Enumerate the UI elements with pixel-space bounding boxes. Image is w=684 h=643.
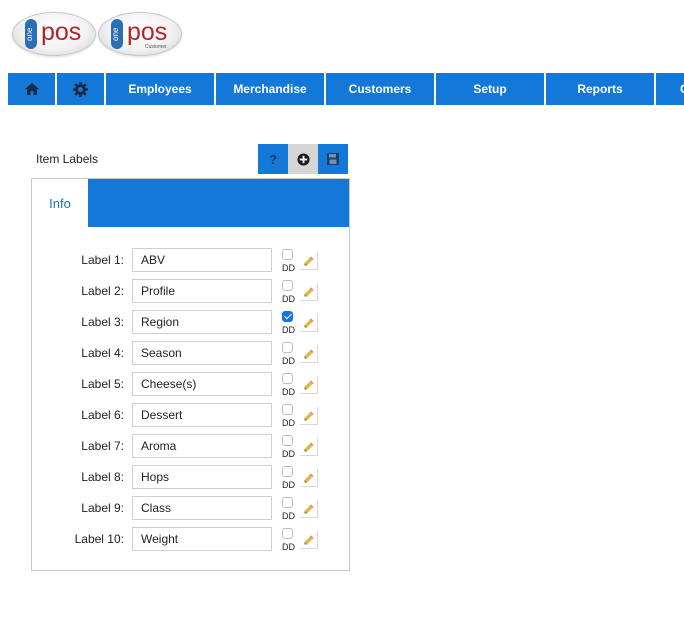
label-value-input[interactable]: [132, 403, 272, 427]
label-caption: Label 9:: [81, 501, 124, 515]
logo-sub-text: Customer: [145, 44, 167, 50]
dd-checkbox[interactable]: [282, 404, 293, 415]
dd-caption: DD: [282, 263, 295, 273]
label-caption: Label 3:: [81, 315, 124, 329]
label-caption: Label 4:: [81, 346, 124, 360]
edit-button[interactable]: [300, 345, 318, 363]
nav-home-button[interactable]: [8, 73, 55, 105]
label-caption: Label 6:: [81, 408, 124, 422]
dd-caption: DD: [282, 542, 295, 552]
label-value-input[interactable]: [132, 248, 272, 272]
label-value-input[interactable]: [132, 279, 272, 303]
label-value-input[interactable]: [132, 434, 272, 458]
pencil-icon: [304, 504, 313, 513]
label-row: Label 4: DD: [32, 341, 349, 366]
label-row: Label 9: DD: [32, 496, 349, 521]
label-caption: Label 2:: [81, 284, 124, 298]
label-row: Label 2: DD: [32, 279, 349, 304]
nav-reports[interactable]: Reports: [546, 73, 654, 105]
pencil-icon: [304, 473, 313, 482]
pencil-icon: [304, 287, 313, 296]
dd-caption: DD: [282, 325, 295, 335]
label-value-input[interactable]: [132, 527, 272, 551]
logo-pos-text: pos: [41, 18, 82, 46]
dd-caption: DD: [282, 480, 295, 490]
label-caption: Label 7:: [81, 439, 124, 453]
help-button[interactable]: ?: [258, 144, 288, 174]
dd-caption: DD: [282, 449, 295, 459]
nav-customers[interactable]: Customers: [326, 73, 434, 105]
label-row: Label 3: DD: [32, 310, 349, 335]
label-caption: Label 5:: [81, 377, 124, 391]
home-icon: [24, 83, 39, 95]
dd-caption: DD: [282, 294, 295, 304]
item-labels-panel: Info Label 1:DDLabel 2:DDLabel 3:DDLabel…: [31, 178, 350, 571]
edit-button[interactable]: [300, 531, 318, 549]
edit-button[interactable]: [300, 438, 318, 456]
nav-merchandise[interactable]: Merchandise: [216, 73, 324, 105]
save-icon: [327, 153, 339, 165]
pencil-icon: [304, 256, 313, 265]
tab-info[interactable]: Info: [32, 179, 88, 227]
logo-pos-text: pos: [127, 18, 168, 46]
label-value-input[interactable]: [132, 372, 272, 396]
dd-checkbox[interactable]: [282, 435, 293, 446]
dd-checkbox[interactable]: [282, 373, 293, 384]
label-value-input[interactable]: [132, 465, 272, 489]
logo-one-mark: one: [111, 19, 123, 49]
label-caption: Label 1:: [81, 253, 124, 267]
pencil-icon: [304, 349, 313, 358]
main-nav: Employees Merchandise Customers Setup Re…: [8, 73, 684, 105]
dd-caption: DD: [282, 418, 295, 428]
dd-caption: DD: [282, 356, 295, 366]
label-row: Label 1: DD: [32, 248, 349, 273]
pencil-icon: [304, 318, 313, 327]
dd-checkbox[interactable]: [282, 311, 293, 322]
edit-button[interactable]: [300, 376, 318, 394]
dd-checkbox[interactable]: [282, 342, 293, 353]
nav-settings-button[interactable]: [57, 73, 104, 105]
edit-button[interactable]: [300, 407, 318, 425]
dd-checkbox[interactable]: [282, 466, 293, 477]
pencil-icon: [304, 380, 313, 389]
label-caption: Label 10:: [74, 532, 124, 546]
dd-caption: DD: [282, 387, 295, 397]
label-row: Label 10: DD: [32, 527, 349, 552]
logo-one-mark: one: [25, 19, 37, 49]
gear-icon: [73, 81, 88, 97]
tab-bar: Info: [32, 179, 349, 227]
dd-checkbox[interactable]: [282, 497, 293, 508]
edit-button[interactable]: [300, 283, 318, 301]
label-row: Label 6: DD: [32, 403, 349, 428]
dd-caption: DD: [282, 511, 295, 521]
edit-button[interactable]: [300, 469, 318, 487]
dd-checkbox[interactable]: [282, 528, 293, 539]
onepos-customer-logo[interactable]: one pos Customer: [98, 12, 182, 56]
dd-checkbox[interactable]: [282, 280, 293, 291]
add-button[interactable]: [288, 144, 318, 174]
pencil-icon: [304, 442, 313, 451]
label-value-input[interactable]: [132, 341, 272, 365]
label-row: Label 5: DD: [32, 372, 349, 397]
nav-setup[interactable]: Setup: [436, 73, 544, 105]
label-row: Label 8: DD: [32, 465, 349, 490]
nav-more-item[interactable]: C: [656, 73, 684, 105]
edit-button[interactable]: [300, 500, 318, 518]
onepos-logo[interactable]: one pos: [12, 12, 96, 56]
panel-title: Item Labels: [36, 152, 99, 166]
nav-employees[interactable]: Employees: [106, 73, 214, 105]
label-value-input[interactable]: [132, 310, 272, 334]
help-icon: ?: [269, 151, 277, 167]
dd-checkbox[interactable]: [282, 249, 293, 260]
edit-button[interactable]: [300, 314, 318, 332]
plus-circle-icon: [296, 152, 310, 166]
pencil-icon: [304, 535, 313, 544]
save-button[interactable]: [318, 144, 348, 174]
label-value-input[interactable]: [132, 496, 272, 520]
pencil-icon: [304, 411, 313, 420]
label-row: Label 7: DD: [32, 434, 349, 459]
label-caption: Label 8:: [81, 470, 124, 484]
edit-button[interactable]: [300, 252, 318, 270]
